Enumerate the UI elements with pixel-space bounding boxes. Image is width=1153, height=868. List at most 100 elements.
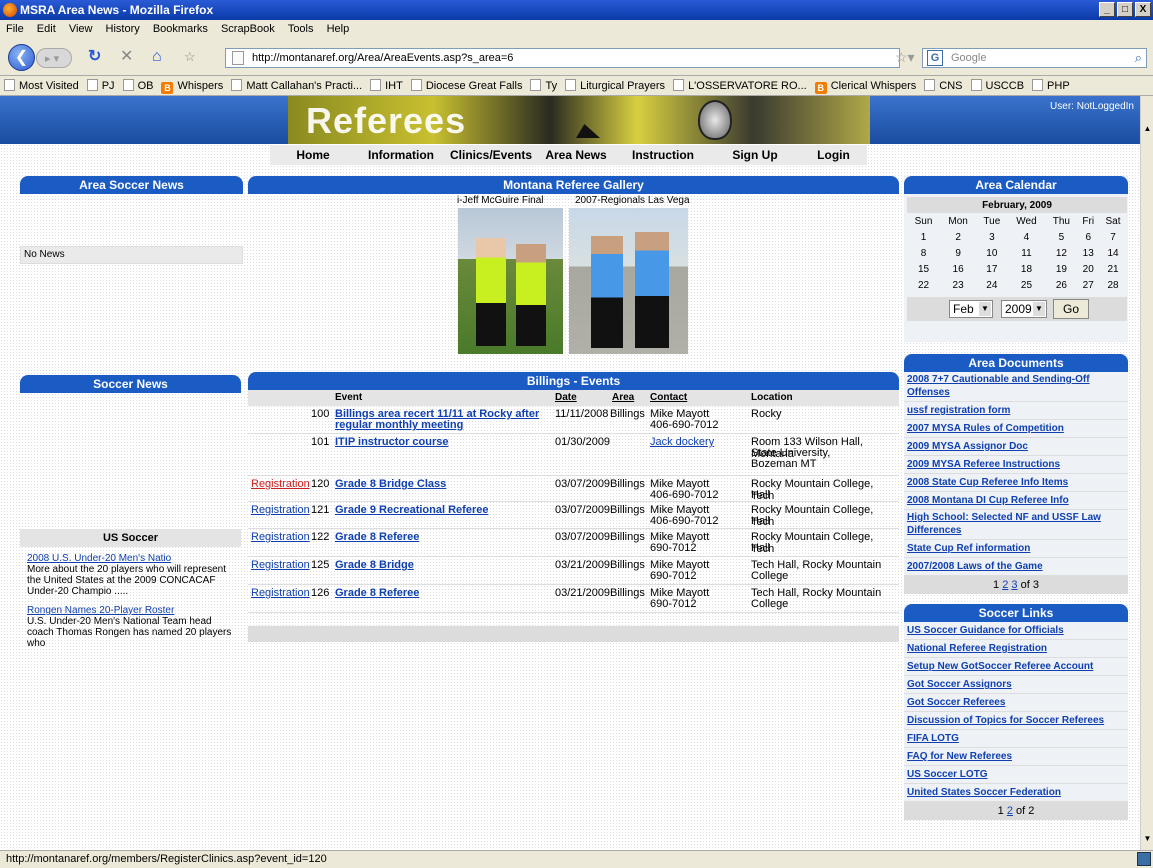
maximize-button[interactable]: □ [1117, 2, 1133, 17]
scroll-up-icon[interactable]: ▲ [1142, 123, 1153, 135]
document-link[interactable]: 2008 7+7 Cautionable and Sending-Off Off… [904, 372, 1128, 402]
menu-view[interactable]: View [69, 23, 93, 35]
calendar-day[interactable]: 2 [940, 229, 976, 245]
nav-information[interactable]: Information [356, 145, 446, 165]
go-button[interactable]: Go [1053, 299, 1089, 319]
soccer-link[interactable]: US Soccer Guidance for Officials [904, 622, 1128, 640]
wand-icon[interactable]: ☆ [184, 47, 196, 67]
calendar-day[interactable]: 20 [1077, 261, 1099, 277]
calendar-day[interactable]: 3 [976, 229, 1007, 245]
soccer-link[interactable]: Setup New GotSoccer Referee Account [904, 658, 1128, 676]
bookmark-item[interactable]: Diocese Great Falls [410, 76, 522, 95]
document-link[interactable]: ussf registration form [904, 402, 1128, 420]
calendar-day[interactable]: 22 [907, 277, 940, 293]
calendar-day[interactable]: 18 [1008, 261, 1046, 277]
document-link[interactable]: 2009 MYSA Referee Instructions [904, 456, 1128, 474]
col-contact[interactable]: Contact [650, 392, 687, 403]
event-link-cont[interactable]: regular monthly meeting [335, 419, 463, 431]
calendar-day[interactable]: 21 [1099, 261, 1127, 277]
bookmark-item[interactable]: L'OSSERVATORE RO... [673, 76, 807, 95]
event-link[interactable]: ITIP instructor course [335, 436, 545, 448]
menu-scrapbook[interactable]: ScrapBook [221, 23, 275, 35]
back-button[interactable]: ❮ [8, 44, 35, 71]
registration-link[interactable]: Registration [251, 559, 310, 571]
menu-bookmarks[interactable]: Bookmarks [153, 23, 208, 35]
nav-home[interactable]: Home [270, 145, 356, 165]
bookmark-item[interactable]: Ty [530, 76, 557, 95]
menu-edit[interactable]: Edit [37, 23, 56, 35]
bookmark-item[interactable]: PHP [1032, 76, 1070, 95]
document-link[interactable]: 2008 Montana DI Cup Referee Info [904, 492, 1128, 510]
calendar-day[interactable]: 10 [976, 245, 1007, 261]
nav-sign-up[interactable]: Sign Up [710, 145, 800, 165]
document-link[interactable]: 2008 State Cup Referee Info Items [904, 474, 1128, 492]
vertical-scrollbar[interactable]: ▲ ▼ [1140, 96, 1153, 850]
year-select[interactable]: 2009 ▼ [1001, 300, 1047, 318]
registration-link[interactable]: Registration [251, 504, 310, 516]
gallery-photo[interactable] [458, 208, 563, 354]
document-link[interactable]: 2007 MYSA Rules of Competition [904, 420, 1128, 438]
bookmark-item[interactable]: Liturgical Prayers [565, 76, 665, 95]
reload-icon[interactable]: ↻ [88, 47, 101, 67]
calendar-day[interactable]: 15 [907, 261, 940, 277]
calendar-day[interactable]: 23 [940, 277, 976, 293]
registration-link[interactable]: Registration [251, 531, 310, 543]
menu-tools[interactable]: Tools [288, 23, 314, 35]
event-link[interactable]: Grade 8 Referee [335, 587, 545, 599]
calendar-day[interactable]: 28 [1099, 277, 1127, 293]
news-link[interactable]: Rongen Names 20-Player Roster [27, 605, 237, 616]
nav-area-news[interactable]: Area News [536, 145, 616, 165]
close-button[interactable]: X [1135, 2, 1151, 17]
search-input[interactable]: G Google ⌕ [922, 48, 1147, 68]
calendar-day[interactable]: 17 [976, 261, 1007, 277]
soccer-link[interactable]: Got Soccer Referees [904, 694, 1128, 712]
soccer-link[interactable]: US Soccer LOTG [904, 766, 1128, 784]
calendar-day[interactable]: 19 [1045, 261, 1077, 277]
address-bar[interactable]: http://montanaref.org/Area/AreaEvents.as… [225, 48, 900, 68]
nav-instruction[interactable]: Instruction [616, 145, 710, 165]
news-link[interactable]: 2008 U.S. Under-20 Men's Natio [27, 553, 237, 564]
calendar-day[interactable]: 13 [1077, 245, 1099, 261]
calendar-day[interactable]: 24 [976, 277, 1007, 293]
calendar-day[interactable]: 9 [940, 245, 976, 261]
nav-clinics-events[interactable]: Clinics/Events [446, 145, 536, 165]
pager-link[interactable]: 2 [1007, 805, 1013, 817]
calendar-day[interactable]: 4 [1008, 229, 1046, 245]
soccer-link[interactable]: Discussion of Topics for Soccer Referees [904, 712, 1128, 730]
soccer-link[interactable]: National Referee Registration [904, 640, 1128, 658]
calendar-day[interactable]: 6 [1077, 229, 1099, 245]
event-link[interactable]: Grade 8 Referee [335, 531, 545, 543]
calendar-day[interactable]: 27 [1077, 277, 1099, 293]
pager-link[interactable]: 2 [1002, 579, 1008, 591]
scroll-down-icon[interactable]: ▼ [1142, 833, 1153, 845]
menu-file[interactable]: File [6, 23, 24, 35]
event-link[interactable]: Grade 8 Bridge [335, 559, 545, 571]
calendar-day[interactable]: 25 [1008, 277, 1046, 293]
document-link[interactable]: State Cup Ref information [904, 540, 1128, 558]
soccer-link[interactable]: Got Soccer Assignors [904, 676, 1128, 694]
registration-link[interactable]: Registration [251, 478, 310, 490]
document-link[interactable]: 2009 MYSA Assignor Doc [904, 438, 1128, 456]
bookmark-item[interactable]: IHT [370, 76, 403, 95]
col-date[interactable]: Date [555, 392, 577, 403]
bookmark-item[interactable]: Matt Callahan's Practi... [231, 76, 362, 95]
menu-history[interactable]: History [106, 23, 140, 35]
month-select[interactable]: Feb ▼ [949, 300, 993, 318]
bookmark-item[interactable]: PJ [86, 76, 115, 95]
calendar-day[interactable]: 16 [940, 261, 976, 277]
calendar-day[interactable]: 26 [1045, 277, 1077, 293]
bookmark-item[interactable]: B Whispers [161, 76, 223, 95]
nav-login[interactable]: Login [800, 145, 867, 165]
calendar-day[interactable]: 1 [907, 229, 940, 245]
document-link[interactable]: High School: Selected NF and USSF Law Di… [904, 510, 1128, 540]
calendar-day[interactable]: 11 [1008, 245, 1046, 261]
calendar-day[interactable]: 5 [1045, 229, 1077, 245]
search-icon[interactable]: ⌕ [1135, 49, 1142, 67]
calendar-day[interactable]: 7 [1099, 229, 1127, 245]
bookmark-item[interactable]: B Clerical Whispers [814, 76, 916, 95]
bookmark-star-icon[interactable]: ☆▾ [895, 49, 915, 66]
pager-link[interactable]: 3 [1011, 579, 1017, 591]
bookmark-item[interactable]: CNS [924, 76, 963, 95]
forward-button[interactable]: ▸ ▾ [36, 48, 72, 68]
menu-help[interactable]: Help [327, 23, 350, 35]
